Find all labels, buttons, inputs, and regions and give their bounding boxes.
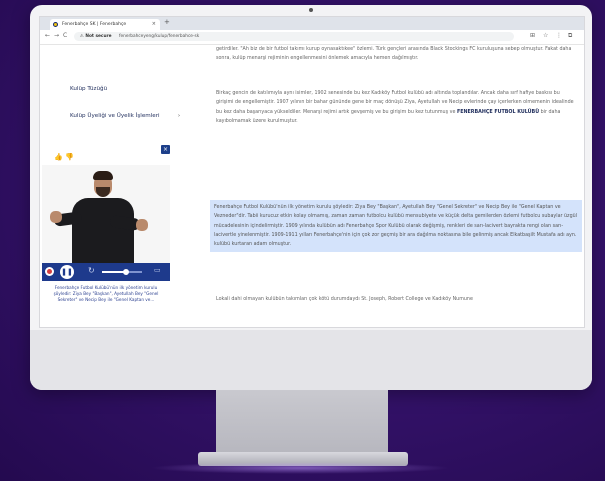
interpreter-hand-left bbox=[50, 211, 62, 223]
forward-icon[interactable]: → bbox=[54, 32, 59, 39]
progress-knob[interactable] bbox=[123, 269, 129, 275]
interpreter-hand-right bbox=[136, 219, 148, 231]
tab-close-icon[interactable]: × bbox=[152, 19, 156, 30]
chevron-right-icon[interactable]: › bbox=[178, 113, 180, 119]
back-icon[interactable]: ← bbox=[45, 32, 50, 39]
url-text: fenerbahceyeng/kulup/fenerbahce-sk bbox=[118, 34, 200, 39]
tab-bar: Fenerbahçe SK | Fenerbahçe × + bbox=[40, 17, 584, 30]
subtitle-icon[interactable]: ▭ bbox=[154, 266, 161, 274]
paragraph-4: Lokali dahi olmayan kulübün takımları ço… bbox=[216, 297, 473, 302]
monitor-stand bbox=[216, 390, 388, 460]
pause-button[interactable]: ❚❚ bbox=[60, 265, 74, 279]
camera bbox=[309, 8, 313, 12]
fenerbahce-favicon-icon bbox=[53, 22, 58, 27]
translate-icon[interactable]: ⊞ bbox=[530, 32, 535, 39]
new-tab-icon[interactable]: + bbox=[164, 18, 170, 26]
close-video-button[interactable]: × bbox=[161, 145, 170, 154]
replay-icon[interactable]: ↻ bbox=[88, 266, 95, 275]
reload-icon[interactable]: C bbox=[63, 32, 67, 39]
browser-screen: Fenerbahçe SK | Fenerbahçe × + ← → C ⚠ N… bbox=[39, 16, 585, 328]
sidebar-item-kulup-uyeligi[interactable]: Kulüp Üyeliği ve Üyelik İşlemleri bbox=[70, 113, 160, 120]
nav-bar: ← → C ⚠ Not secure fenerbahceyeng/kulup/… bbox=[40, 30, 584, 45]
video-caption: Fenerbahçe Futbol Kulübü'nün ilk yönetim… bbox=[53, 285, 159, 302]
article-content: getirdiler. "Ah biz de bir futbol takımı… bbox=[210, 45, 582, 327]
highlighted-paragraph: Fenerbahçe Futbol Kulübü'nün ilk yönetim… bbox=[210, 200, 582, 253]
extension-icon[interactable]: ⧉ bbox=[568, 32, 572, 40]
interpreter-hair bbox=[93, 171, 113, 180]
player-logo-icon bbox=[45, 267, 54, 276]
paragraph-1: getirdiler. "Ah biz de bir futbol takımı… bbox=[216, 47, 572, 62]
imac-monitor: Fenerbahçe SK | Fenerbahçe × + ← → C ⚠ N… bbox=[30, 5, 592, 390]
progress-track[interactable] bbox=[102, 269, 142, 275]
security-indicator[interactable]: ⚠ Not secure bbox=[80, 34, 112, 39]
club-name-bold: FENERBAHÇE FUTBOL KULÜBÜ bbox=[456, 109, 540, 115]
menu-dots-icon[interactable]: ⋮ bbox=[556, 32, 562, 39]
address-bar[interactable]: ⚠ Not secure fenerbahceyeng/kulup/fenerb… bbox=[74, 32, 514, 41]
browser-tab[interactable]: Fenerbahçe SK | Fenerbahçe × bbox=[50, 19, 160, 30]
feedback-thumbs-icon[interactable]: 👍 👎 bbox=[54, 153, 74, 161]
video-controls: ❚❚ ↻ ▭ bbox=[42, 263, 170, 281]
sidebar-item-kulup-tuzugu[interactable]: Kulüp Tüzüğü bbox=[70, 86, 107, 93]
sign-language-video[interactable]: ❚❚ ↻ ▭ bbox=[42, 165, 170, 281]
interpreter-beard bbox=[96, 187, 110, 197]
sidebar: Kulüp Tüzüğü Kulüp Üyeliği ve Üyelik İşl… bbox=[40, 45, 180, 327]
floor-glow bbox=[150, 462, 450, 474]
star-icon[interactable]: ☆ bbox=[543, 32, 548, 39]
tab-title: Fenerbahçe SK | Fenerbahçe bbox=[62, 22, 127, 27]
monitor-chin bbox=[30, 330, 592, 390]
paragraph-2: Birkaç gencin de katılımıyla aynı isimle… bbox=[216, 89, 578, 126]
